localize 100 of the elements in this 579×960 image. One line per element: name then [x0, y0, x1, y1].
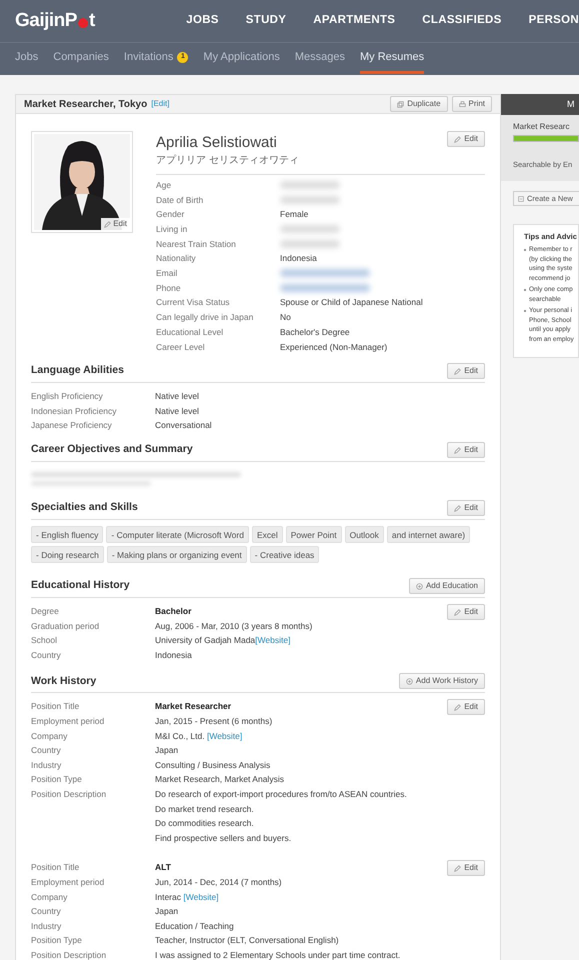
- plus-icon: [406, 678, 413, 685]
- field-value: ALT: [155, 861, 171, 874]
- field-label: Employment period: [31, 715, 106, 728]
- skill-tag: Power Point: [286, 526, 342, 544]
- edit-button[interactable]: Edit: [447, 699, 485, 716]
- edit-button[interactable]: Edit: [447, 860, 485, 876]
- resume-name: Market Researc: [513, 121, 570, 133]
- field-label: Position Description: [31, 948, 108, 960]
- field-label: Employment period: [31, 876, 106, 889]
- section-heading: Educational History: [31, 578, 130, 594]
- nav-link[interactable]: CLASSIFIEDS: [422, 12, 502, 30]
- edit-button[interactable]: Edit: [447, 131, 485, 147]
- field-value: Consulting / Business Analysis: [155, 758, 270, 772]
- field-label: Company: [31, 890, 68, 904]
- nav-link[interactable]: JOBS: [186, 12, 219, 30]
- field-label: Japanese Proficiency: [31, 419, 113, 432]
- field-label: Nearest Train Station: [156, 238, 237, 250]
- field-value: Conversational: [155, 419, 212, 432]
- field-value: Native level: [155, 404, 199, 418]
- nav-link[interactable]: APARTMENTS: [313, 12, 396, 30]
- website-link[interactable]: [Website]: [183, 892, 219, 902]
- sidebar-header: M: [501, 94, 579, 115]
- field-label: Graduation period: [31, 620, 100, 633]
- nav-link[interactable]: STUDY: [246, 12, 286, 30]
- field-label: Position Description: [31, 788, 108, 801]
- field-label: Email: [156, 267, 178, 280]
- person-name: Aprilia Selistiowati: [156, 134, 278, 152]
- logo-text[interactable]: t: [88, 6, 95, 36]
- field-value: Native level: [155, 390, 199, 404]
- resume-title: Market Researcher, Tokyo: [24, 98, 148, 112]
- field-label: Gender: [156, 208, 186, 222]
- field-label: Career Level: [156, 340, 206, 354]
- section-heading: Specialties and Skills: [31, 500, 138, 516]
- field-value: Experienced (Non-Manager): [280, 340, 388, 354]
- edit-button[interactable]: Edit: [447, 363, 485, 380]
- pencil-icon: [454, 136, 462, 142]
- field-label: Living in: [156, 223, 188, 236]
- field-value: Education / Teaching: [155, 920, 234, 933]
- field-value: Aug, 2006 - Mar, 2010 (3 years 8 months): [155, 620, 312, 633]
- subnav-tab[interactable]: Companies: [53, 43, 109, 74]
- website-link[interactable]: [Website]: [206, 730, 242, 741]
- edit-button[interactable]: Edit: [447, 604, 485, 620]
- field-value: Japan: [155, 744, 178, 758]
- copy-icon: [397, 100, 404, 108]
- edit-button[interactable]: Edit: [447, 500, 485, 516]
- add-education-button[interactable]: Add Education: [408, 578, 485, 594]
- print-button[interactable]: Print: [452, 96, 492, 112]
- section-heading: Work History: [31, 674, 96, 689]
- field-value: Spouse or Child of Japanese National: [280, 296, 423, 310]
- subnav-tab[interactable]: Jobs: [15, 43, 38, 74]
- field-label: Indonesian Proficiency: [31, 404, 118, 418]
- pencil-icon: [454, 368, 462, 375]
- field-label: Date of Birth: [156, 194, 204, 206]
- field-label: Position Type: [31, 773, 83, 786]
- field-value: Indonesia: [155, 648, 192, 662]
- subnav-tab[interactable]: Messages: [294, 43, 345, 74]
- skill-tag: - Computer literate (Microsoft Word: [106, 526, 249, 544]
- field-value: Jan, 2015 - Present (6 months): [155, 715, 272, 728]
- field-value: No: [280, 311, 291, 324]
- pencil-icon: [454, 704, 462, 711]
- nav-link[interactable]: PERSON: [528, 12, 579, 30]
- photo-edit-button[interactable]: Edit: [101, 218, 130, 230]
- field-label: Company: [31, 730, 68, 743]
- field-label: Current Visa Status: [156, 296, 231, 310]
- subnav-tab[interactable]: My Applications: [203, 43, 280, 74]
- field-label: Country: [31, 905, 62, 918]
- field-label: Nationality: [156, 252, 197, 266]
- field-value: Female: [280, 208, 308, 222]
- website-link[interactable]: [Website]: [255, 635, 290, 646]
- field-label: Educational Level: [156, 326, 224, 339]
- field-label: Age: [156, 178, 172, 192]
- field-value: Market Researcher: [155, 700, 232, 714]
- skill-tag: Outlook: [344, 526, 384, 544]
- field-value: Interac: [155, 892, 182, 902]
- person-name-kana: アプリリア セリスティオワティ: [156, 154, 299, 168]
- description-line: Do research of export-import procedures from/to ASEAN countries.: [155, 788, 407, 801]
- logo-text[interactable]: GaijinP: [15, 6, 77, 36]
- edit-link[interactable]: [Edit]: [151, 98, 170, 110]
- pencil-icon: [104, 220, 112, 228]
- field-label: Industry: [31, 758, 62, 772]
- field-label: Phone: [156, 282, 182, 295]
- section-heading: Career Objectives and Summary: [31, 442, 193, 458]
- pencil-icon: [454, 504, 462, 512]
- field-label: English Proficiency: [31, 390, 104, 404]
- description-line: I was assigned to 2 Elementary Schools under part time contract.: [155, 948, 400, 960]
- skill-tag: - Creative ideas: [250, 546, 320, 564]
- skill-tag: - Doing research: [31, 546, 104, 564]
- add-work-history-button[interactable]: Add Work History: [398, 673, 485, 690]
- edit-button[interactable]: Edit: [447, 442, 485, 458]
- subnav-tab[interactable]: My Resumes: [360, 43, 424, 74]
- skill-tag: - Making plans or organizing event: [106, 546, 247, 564]
- field-value: M&I Co., Ltd.: [155, 730, 206, 741]
- field-value: Indonesia: [280, 252, 317, 266]
- pencil-icon: [454, 446, 462, 454]
- field-value: Teacher, Instructor (ELT, Conversational English): [155, 934, 339, 948]
- field-label: Can legally drive in Japan: [156, 311, 254, 324]
- plus-icon: [416, 582, 423, 590]
- field-label: Country: [31, 744, 62, 758]
- duplicate-button[interactable]: Duplicate: [390, 96, 448, 112]
- field-value: Bachelor: [155, 605, 192, 618]
